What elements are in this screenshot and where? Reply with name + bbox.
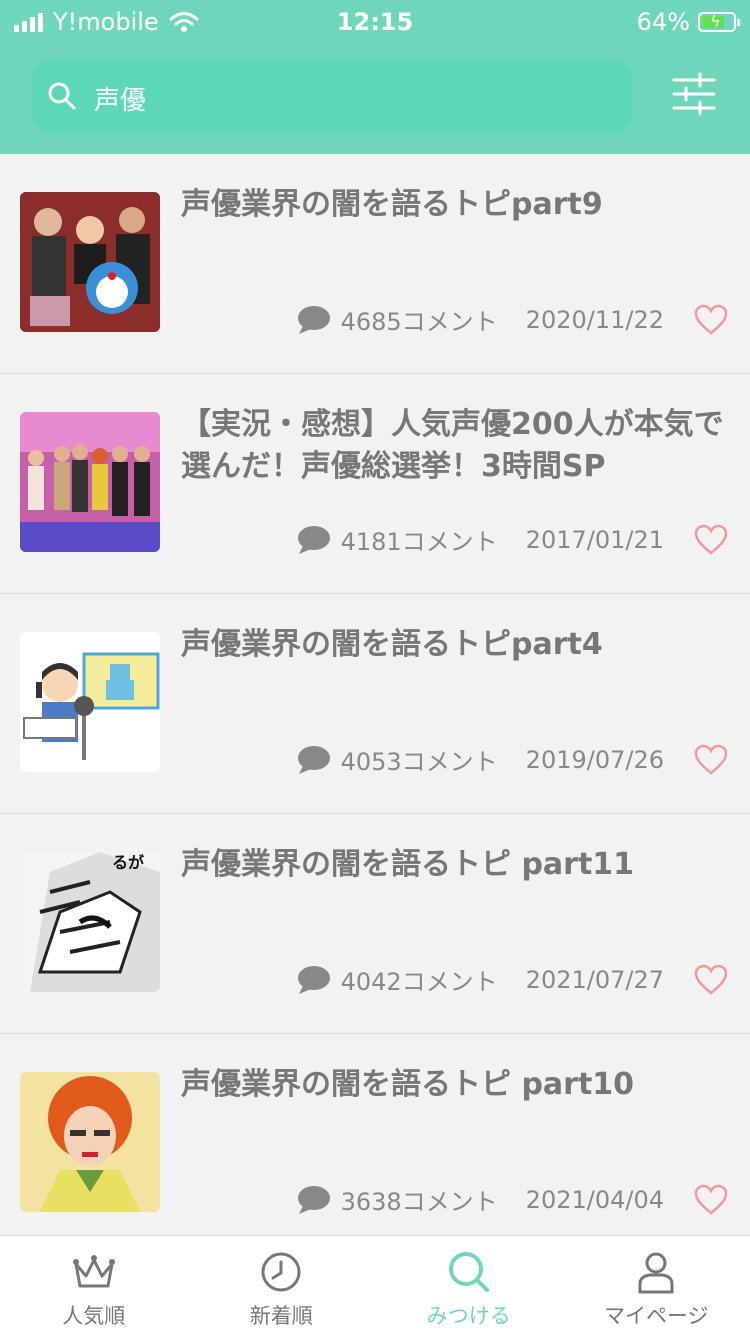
topic-meta: 4042コメント 2021/07/27: [297, 962, 664, 997]
topic-thumbnail: [20, 192, 160, 332]
topic-thumbnail: るが: [20, 852, 160, 992]
heart-icon[interactable]: [694, 304, 728, 336]
topic-list: 声優業界の闇を語るトピpart9 4685コメント 2020/11/22: [0, 154, 750, 1235]
tab-label: マイページ: [563, 1300, 750, 1330]
topic-meta: 4181コメント 2017/01/21: [297, 522, 664, 557]
tab-newest[interactable]: 新着順: [188, 1236, 376, 1335]
comment-icon: [297, 1185, 331, 1215]
topic-date: 2019/07/26: [526, 746, 664, 774]
topic-date: 2020/11/22: [526, 306, 664, 334]
clock-icon: [259, 1250, 303, 1294]
topic-thumbnail: [20, 412, 160, 552]
topic-title: 声優業界の闇を語るトピpart9: [181, 184, 737, 226]
search-input[interactable]: 声優: [32, 60, 632, 132]
topic-item[interactable]: 声優業界の闇を語るトピpart9 4685コメント 2020/11/22: [0, 154, 750, 374]
battery-percent: 64%: [637, 8, 690, 36]
topic-item[interactable]: 【実況・感想】人気声優200人が本気で選んだ！声優総選挙！3時間SP 4181コ…: [0, 374, 750, 594]
topic-item[interactable]: 声優業界の闇を語るトピ part10 3638コメント 2021/04/04: [0, 1034, 750, 1235]
comment-icon: [297, 745, 331, 775]
topic-date: 2017/01/21: [526, 526, 664, 554]
topic-item[interactable]: 声優業界の闇を語るトピpart4 4053コメント 2019/07/26: [0, 594, 750, 814]
topic-item[interactable]: るが 声優業界の闇を語るトピ part11 4042コメント 2021/07/2…: [0, 814, 750, 1034]
tab-label: 新着順: [188, 1300, 376, 1330]
heart-icon[interactable]: [694, 1184, 728, 1216]
topic-thumbnail: [20, 632, 160, 772]
topic-date: 2021/07/27: [526, 966, 664, 994]
tab-label: 人気順: [0, 1300, 188, 1330]
topic-thumbnail: [20, 1072, 160, 1212]
topic-date: 2021/04/04: [526, 1186, 664, 1214]
topic-title: 声優業界の闇を語るトピpart4: [181, 624, 737, 666]
topic-meta: 4053コメント 2019/07/26: [297, 742, 664, 777]
bottom-tab-bar: 人気順 新着順 みつける マイページ: [0, 1235, 750, 1335]
search-query: 声優: [94, 80, 146, 117]
topic-meta: 3638コメント 2021/04/04: [297, 1182, 664, 1217]
svg-text:るが: るが: [112, 853, 144, 872]
comment-icon: [297, 525, 331, 555]
topic-title: 声優業界の闇を語るトピ part10: [181, 1064, 737, 1106]
search-icon: [46, 80, 78, 112]
comment-count: 4042コメント: [341, 962, 498, 997]
comment-count: 4685コメント: [341, 302, 498, 337]
topic-title: 声優業界の闇を語るトピ part11: [181, 844, 737, 886]
comment-count: 3638コメント: [341, 1182, 498, 1217]
tab-discover[interactable]: みつける: [375, 1236, 563, 1335]
comment-icon: [297, 965, 331, 995]
comment-count: 4053コメント: [341, 742, 498, 777]
tab-popular[interactable]: 人気順: [0, 1236, 188, 1335]
comment-count: 4181コメント: [341, 522, 498, 557]
app-header: Y!mobile 12:15 64% ϟ 声優: [0, 0, 750, 154]
topic-meta: 4685コメント 2020/11/22: [297, 302, 664, 337]
comment-icon: [297, 305, 331, 335]
heart-icon[interactable]: [694, 964, 728, 996]
person-icon: [634, 1250, 678, 1294]
search-icon: [447, 1250, 491, 1294]
heart-icon[interactable]: [694, 744, 728, 776]
tab-mypage[interactable]: マイページ: [563, 1236, 750, 1335]
tab-label: みつける: [375, 1300, 563, 1330]
status-bar: Y!mobile 12:15 64% ϟ: [0, 0, 750, 42]
filter-settings-icon[interactable]: [672, 72, 716, 116]
crown-icon: [72, 1250, 116, 1294]
heart-icon[interactable]: [694, 524, 728, 556]
battery-icon: ϟ: [698, 12, 736, 32]
topic-title: 【実況・感想】人気声優200人が本気で選んだ！声優総選挙！3時間SP: [181, 404, 737, 488]
